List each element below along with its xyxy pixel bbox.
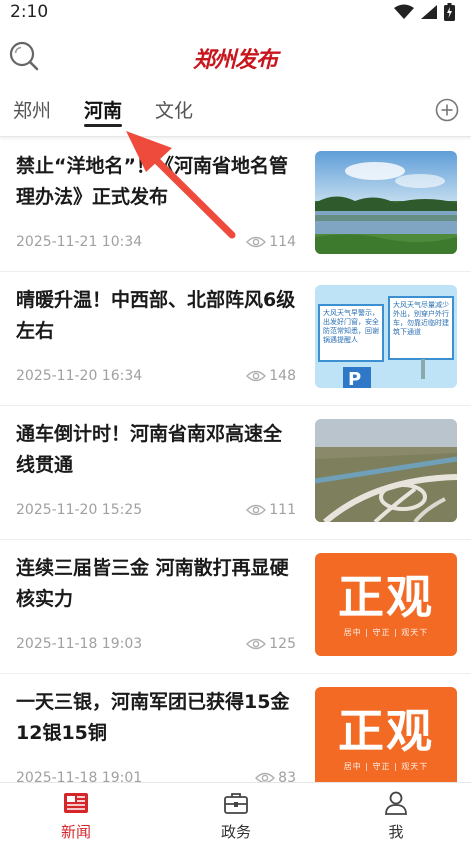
- news-date: 2025-11-20 16:34: [16, 368, 143, 384]
- search-button[interactable]: [8, 40, 42, 74]
- news-item[interactable]: 连续三届皆三金 河南散打再显硬核实力 2025-11-18 19:03 125 …: [0, 539, 471, 674]
- eye-icon: [246, 236, 267, 248]
- news-date: 2025-11-18 19:03: [16, 636, 143, 652]
- view-count-value: 111: [269, 502, 296, 518]
- view-count: 125: [246, 636, 296, 652]
- active-tab-indicator: [84, 124, 122, 127]
- view-count-value: 125: [269, 636, 296, 652]
- app-logo: 郑州发布: [192, 47, 278, 73]
- news-list: 禁止“洋地名”！《河南省地名管理办法》正式发布 2025-11-21 10:34…: [0, 137, 471, 782]
- eye-icon: [255, 772, 276, 782]
- news-item[interactable]: 一天三银，河南军团已获得15金12银15铜 2025-11-18 19:01 8…: [0, 673, 471, 782]
- nav-me[interactable]: 我: [356, 791, 436, 842]
- view-count-value: 114: [269, 234, 296, 250]
- news-item[interactable]: 禁止“洋地名”！《河南省地名管理办法》正式发布 2025-11-21 10:34…: [0, 137, 471, 272]
- news-title: 连续三届皆三金 河南散打再显硬核实力: [16, 557, 289, 610]
- bottom-nav: 新闻 政务 我: [0, 782, 471, 841]
- nav-label: 政务: [220, 823, 251, 841]
- plus-circle-icon: [435, 98, 459, 122]
- nav-government[interactable]: 政务: [196, 791, 276, 842]
- news-title: 禁止“洋地名”！《河南省地名管理办法》正式发布: [16, 155, 288, 208]
- view-count-value: 83: [278, 770, 296, 782]
- news-title: 一天三银，河南军团已获得15金12银15铜: [16, 691, 290, 744]
- zhengguan-slogan: 居中 | 守正 | 观天下: [343, 762, 429, 771]
- zhengguan-logo-text: 正观: [338, 570, 434, 624]
- tab-culture[interactable]: 文化: [155, 96, 193, 123]
- zhengguan-slogan: 居中 | 守正 | 观天下: [343, 628, 429, 637]
- news-item[interactable]: 晴暖升温！中西部、北部阵风6级左右 2025-11-20 16:34 148 P…: [0, 271, 471, 406]
- news-thumbnail-weather: P 大风天气早警示，出发好门窗，安全防范常知悉，回谢锅遇提醒人 大风天气尽量减少…: [315, 285, 457, 388]
- status-icons: [394, 3, 455, 21]
- news-thumbnail-zhengguan: 正观 居中 | 守正 | 观天下: [315, 687, 457, 782]
- news-date: 2025-11-21 10:34: [16, 234, 143, 250]
- news-item[interactable]: 通车倒计时！河南省南邓高速全线贯通 2025-11-20 15:25 111: [0, 405, 471, 540]
- news-thumbnail-zhengguan: 正观 居中 | 守正 | 观天下: [315, 553, 457, 656]
- news-date: 2025-11-20 15:25: [16, 502, 143, 518]
- news-date: 2025-11-18 19:01: [16, 770, 143, 782]
- nav-label: 新闻: [60, 823, 91, 841]
- view-count-value: 148: [269, 368, 296, 384]
- eye-icon: [246, 638, 267, 650]
- nav-news[interactable]: 新闻: [36, 791, 116, 842]
- add-channel-button[interactable]: [435, 98, 459, 122]
- newspaper-icon: [64, 793, 88, 813]
- briefcase-icon: [224, 793, 248, 814]
- news-title: 晴暖升温！中西部、北部阵风6级左右: [16, 289, 296, 342]
- billboard-text-right: 大风天气尽量减少外出，别穿户外行车，勿靠近临时建筑下通道: [393, 301, 449, 336]
- eye-icon: [246, 370, 267, 382]
- view-count: 114: [246, 234, 296, 250]
- view-count: 111: [246, 502, 296, 518]
- person-icon: [385, 791, 407, 815]
- tab-henan[interactable]: 河南: [84, 96, 122, 123]
- svg-text:P: P: [348, 369, 361, 388]
- view-count: 148: [246, 368, 296, 384]
- view-count: 83: [255, 770, 296, 782]
- battery-icon: [444, 3, 455, 21]
- billboard-text-left: 大风天气早警示，出发好门窗，安全防范常知悉，回谢锅遇提醒人: [323, 309, 379, 344]
- zhengguan-logo-text: 正观: [338, 704, 434, 758]
- eye-icon: [246, 504, 267, 516]
- nav-label: 我: [388, 823, 404, 841]
- search-icon: [9, 41, 39, 71]
- app-header: 郑州发布: [0, 30, 471, 84]
- news-title: 通车倒计时！河南省南邓高速全线贯通: [16, 423, 283, 476]
- channel-tabs: 郑州 河南 文化: [0, 86, 471, 137]
- news-thumbnail-highway: [315, 419, 457, 522]
- wifi-icon: [394, 4, 414, 19]
- status-bar: 2:10: [0, 0, 471, 26]
- news-thumbnail-lake: [315, 151, 457, 254]
- signal-icon: [421, 5, 437, 19]
- status-time: 2:10: [10, 2, 49, 22]
- tab-zhengzhou[interactable]: 郑州: [13, 96, 51, 123]
